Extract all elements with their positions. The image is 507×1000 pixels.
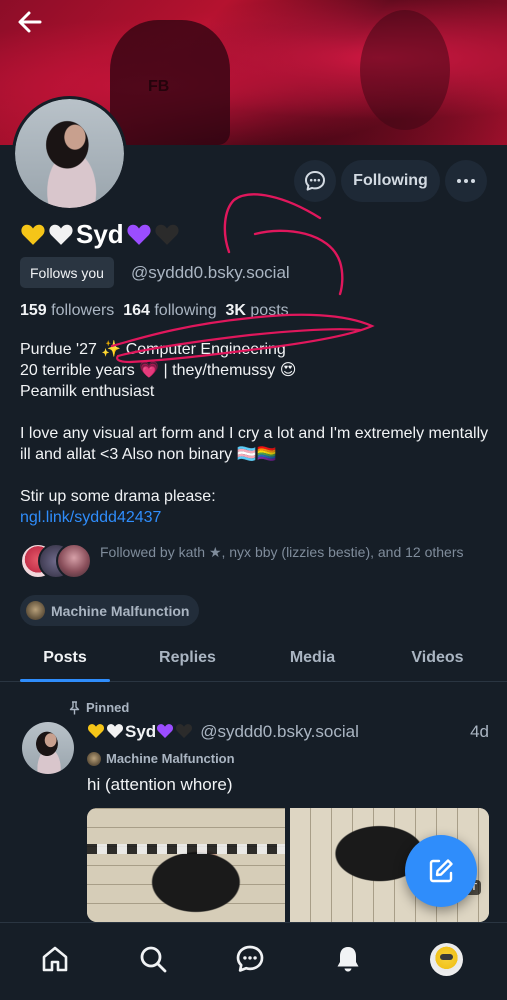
profile-tabs: Posts Replies Media Videos (0, 634, 507, 682)
compose-button[interactable] (405, 835, 477, 907)
post-image[interactable] (87, 808, 285, 922)
bio-line: Peamilk enthusiast (20, 383, 155, 400)
profile-avatar[interactable] (12, 96, 127, 211)
tab-media[interactable]: Media (265, 634, 360, 682)
home-icon (42, 946, 68, 972)
post-author-avatar[interactable] (22, 722, 74, 774)
nav-profile[interactable] (428, 941, 464, 977)
black-heart-icon (155, 224, 179, 245)
black-heart-icon (176, 724, 193, 738)
display-name: Syd (20, 219, 182, 250)
tab-label: Replies (159, 649, 216, 666)
compose-icon (429, 859, 453, 883)
labeler-label: Machine Malfunction (51, 602, 190, 619)
followed-by-text: Followed by kath ★, nyx bby (lizzies bes… (100, 544, 464, 560)
following-stat[interactable]: 164 following (123, 302, 216, 319)
following-button[interactable]: Following (341, 160, 440, 202)
followers-label: followers (51, 302, 115, 319)
labeler-avatar (87, 751, 101, 766)
user-avatar (429, 942, 463, 976)
tab-posts[interactable]: Posts (20, 634, 110, 682)
banner-logo: FB (148, 78, 170, 95)
purple-heart-icon (127, 224, 151, 245)
post-author-name: Syd (125, 722, 157, 741)
nav-home[interactable] (37, 941, 73, 977)
post-timestamp[interactable]: 4d (470, 722, 489, 742)
ellipsis-icon (457, 179, 475, 183)
labeler-chip[interactable]: Machine Malfunction (20, 595, 200, 626)
tab-replies[interactable]: Replies (140, 634, 235, 682)
post-author[interactable]: Syd @syddd0.bsky.social (87, 722, 359, 742)
pinned-indicator: Pinned (68, 700, 129, 715)
follower-avatar (56, 543, 92, 579)
message-button[interactable] (294, 160, 336, 202)
nav-chat[interactable] (232, 941, 268, 977)
bio-line: I love any visual art form and I cry a l… (20, 425, 489, 463)
yellow-heart-icon (21, 224, 45, 245)
known-followers[interactable]: Followed by kath ★, nyx bby (lizzies bes… (20, 543, 490, 583)
tab-videos[interactable]: Videos (390, 634, 485, 682)
post-text: hi (attention whore) (87, 775, 233, 794)
bottom-navigation (0, 922, 507, 1000)
active-tab-indicator (20, 679, 110, 682)
posts-count: 3K (225, 302, 246, 319)
tab-label: Media (289, 649, 336, 666)
follows-you-label: Follows you (30, 264, 104, 281)
purple-heart-icon (157, 724, 174, 738)
following-count: 164 (123, 302, 150, 319)
white-heart-icon (49, 224, 73, 245)
pin-icon (69, 700, 80, 714)
bio-line: Purdue '27 ✨ Computer Engineering (20, 341, 286, 358)
nav-search[interactable] (135, 941, 171, 977)
yellow-heart-icon (87, 724, 105, 738)
display-name-text: Syd (76, 219, 124, 249)
posts-label: posts (250, 302, 289, 319)
pinned-label: Pinned (86, 700, 130, 715)
post-labeler-label: Machine Malfunction (106, 751, 235, 766)
posts-stat: 3K posts (226, 302, 289, 319)
bio-line: 20 terrible years 💗 | they/themussy 😍 (20, 362, 297, 379)
labeler-avatar (26, 601, 45, 620)
followers-count: 159 (20, 302, 47, 319)
following-button-label: Following (353, 172, 428, 189)
back-button[interactable] (14, 6, 46, 38)
post-author-handle: @syddd0.bsky.social (200, 722, 359, 741)
arrow-left-icon (18, 11, 42, 33)
bio-link[interactable]: ngl.link/syddd42437 (20, 509, 161, 526)
post-labeler[interactable]: Machine Malfunction (87, 751, 235, 766)
followers-stat[interactable]: 159 followers (20, 302, 114, 319)
profile-handle: @syddd0.bsky.social (131, 263, 290, 282)
more-options-button[interactable] (445, 160, 487, 202)
profile-stats: 159 followers 164 following 3K posts (20, 302, 289, 320)
chat-bubble-icon (305, 171, 325, 191)
nav-notifications[interactable] (330, 941, 366, 977)
chat-icon (236, 945, 264, 972)
bio-line: Stir up some drama please: (20, 488, 216, 505)
following-label: following (154, 302, 217, 319)
tab-label: Posts (43, 649, 87, 666)
search-icon (140, 946, 167, 973)
follows-you-badge: Follows you (20, 257, 114, 288)
profile-bio: Purdue '27 ✨ Computer Engineering 20 ter… (20, 339, 490, 528)
tab-label: Videos (411, 649, 464, 666)
white-heart-icon (106, 724, 124, 738)
bell-icon (337, 947, 359, 972)
